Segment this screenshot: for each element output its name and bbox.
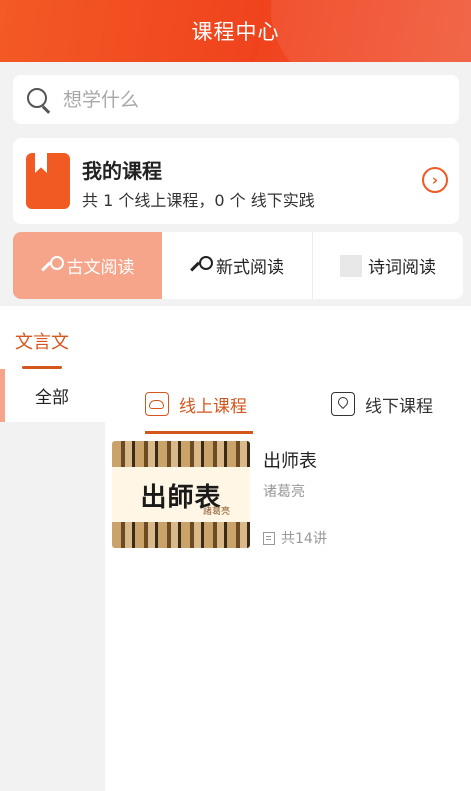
tab-offline-courses[interactable]: 线下课程 bbox=[331, 389, 433, 419]
tab-modern-reading[interactable]: 新式阅读 bbox=[162, 232, 313, 299]
tab-label: 诗词阅读 bbox=[368, 258, 436, 278]
sidebar: 全部 bbox=[0, 369, 105, 791]
course-title[interactable]: 出师表 bbox=[263, 447, 317, 473]
my-course-card[interactable]: 我的课程 共 1 个线上课程，0 个 线下实践 › bbox=[13, 138, 459, 224]
course-content: 线上课程 线下课程 出師表 諸葛亮 出师表 诸葛亮 共14讲 bbox=[105, 369, 471, 791]
my-course-title: 我的课程 bbox=[82, 159, 162, 183]
tab-label: 古文阅读 bbox=[66, 258, 135, 278]
tab-online-courses[interactable]: 线上课程 bbox=[145, 389, 247, 419]
my-course-summary: 共 1 个线上课程，0 个 线下实践 bbox=[82, 191, 315, 210]
section-tab-classical[interactable]: 文言文 bbox=[15, 328, 69, 354]
cloud-icon bbox=[145, 392, 169, 416]
search-bar[interactable] bbox=[13, 75, 459, 124]
lesson-count-label: 共14讲 bbox=[281, 531, 327, 547]
tab-ancient-reading[interactable]: 古文阅读 bbox=[13, 232, 162, 299]
search-icon bbox=[25, 86, 53, 114]
course-cover[interactable]: 出師表 諸葛亮 bbox=[112, 441, 250, 548]
bookmark-icon bbox=[26, 153, 70, 209]
tab-poetry-reading[interactable]: 诗词阅读 bbox=[313, 232, 463, 299]
cover-decoration bbox=[112, 441, 250, 467]
tab-label: 新式阅读 bbox=[216, 258, 284, 278]
chevron-right-circle-icon[interactable]: › bbox=[422, 167, 448, 193]
cover-decoration bbox=[112, 522, 250, 548]
wrench-icon bbox=[190, 255, 213, 276]
wrench-icon bbox=[41, 255, 64, 276]
cover-author: 諸葛亮 bbox=[202, 507, 230, 517]
search-input[interactable] bbox=[63, 88, 423, 111]
placeholder-square-icon bbox=[340, 254, 362, 277]
course-author: 诸葛亮 bbox=[263, 484, 305, 500]
section-tabs: 文言文 bbox=[0, 306, 471, 369]
header-bar: 课程中心 bbox=[0, 0, 471, 62]
sidebar-item-all[interactable]: 全部 bbox=[0, 369, 105, 422]
page-title: 课程中心 bbox=[191, 20, 280, 44]
tab-label: 线上课程 bbox=[179, 396, 247, 417]
tab-label: 线下课程 bbox=[365, 396, 433, 417]
category-tabs: 古文阅读 新式阅读 诗词阅读 bbox=[13, 232, 463, 299]
course-lesson-count: 共14讲 bbox=[263, 528, 327, 548]
subtab-underline bbox=[145, 431, 253, 434]
location-icon bbox=[331, 392, 355, 416]
list-icon bbox=[263, 531, 275, 545]
